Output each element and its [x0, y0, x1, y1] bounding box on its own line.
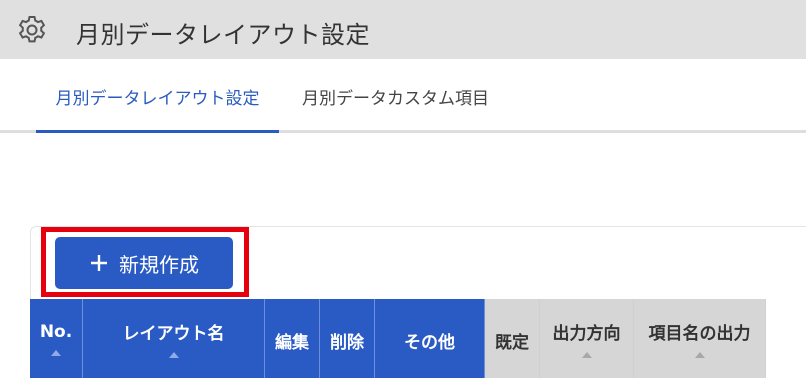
column-label: 項目名の出力: [648, 324, 751, 344]
column-label: 編集: [275, 333, 309, 353]
tab-layout-settings[interactable]: 月別データレイアウト設定: [36, 59, 279, 133]
column-label: No.: [39, 321, 73, 342]
new-button[interactable]: 新規作成: [55, 237, 233, 289]
active-tab-indicator: [36, 130, 279, 133]
column-header-layout-name[interactable]: レイアウト名: [83, 299, 265, 378]
column-header-output-direction[interactable]: 出力方向: [540, 299, 634, 378]
page-title: 月別データレイアウト設定: [76, 21, 370, 49]
tab-custom-items[interactable]: 月別データカスタム項目: [302, 59, 489, 133]
column-header-default: 既定: [485, 299, 540, 378]
new-button-label: 新規作成: [119, 252, 199, 277]
column-header-other: その他: [375, 299, 485, 378]
tab-label: 月別データレイアウト設定: [55, 88, 260, 109]
tab-label: 月別データカスタム項目: [302, 88, 489, 109]
column-header-item-name-output[interactable]: 項目名の出力: [634, 299, 766, 378]
sort-arrow-icon: [168, 352, 179, 358]
column-label: 出力方向: [552, 324, 621, 344]
gear-icon[interactable]: [16, 14, 48, 46]
sort-arrow-icon: [581, 352, 592, 358]
column-label: その他: [404, 333, 455, 353]
column-header-delete: 削除: [320, 299, 375, 378]
column-label: 削除: [330, 333, 364, 353]
column-label: レイアウト名: [122, 324, 225, 344]
sort-arrow-icon: [694, 352, 705, 358]
table-header: No. レイアウト名 編集 削除 その他 既定 出力方向 項目名の出力: [30, 299, 766, 378]
plus-icon: [91, 255, 107, 271]
tab-bar: 月別データレイアウト設定 月別データカスタム項目: [0, 59, 806, 135]
title-bar: 月別データレイアウト設定: [0, 0, 806, 59]
column-header-no[interactable]: No.: [30, 299, 83, 378]
column-header-edit: 編集: [265, 299, 320, 378]
sort-arrow-icon: [51, 349, 61, 356]
column-label: 既定: [495, 333, 529, 353]
